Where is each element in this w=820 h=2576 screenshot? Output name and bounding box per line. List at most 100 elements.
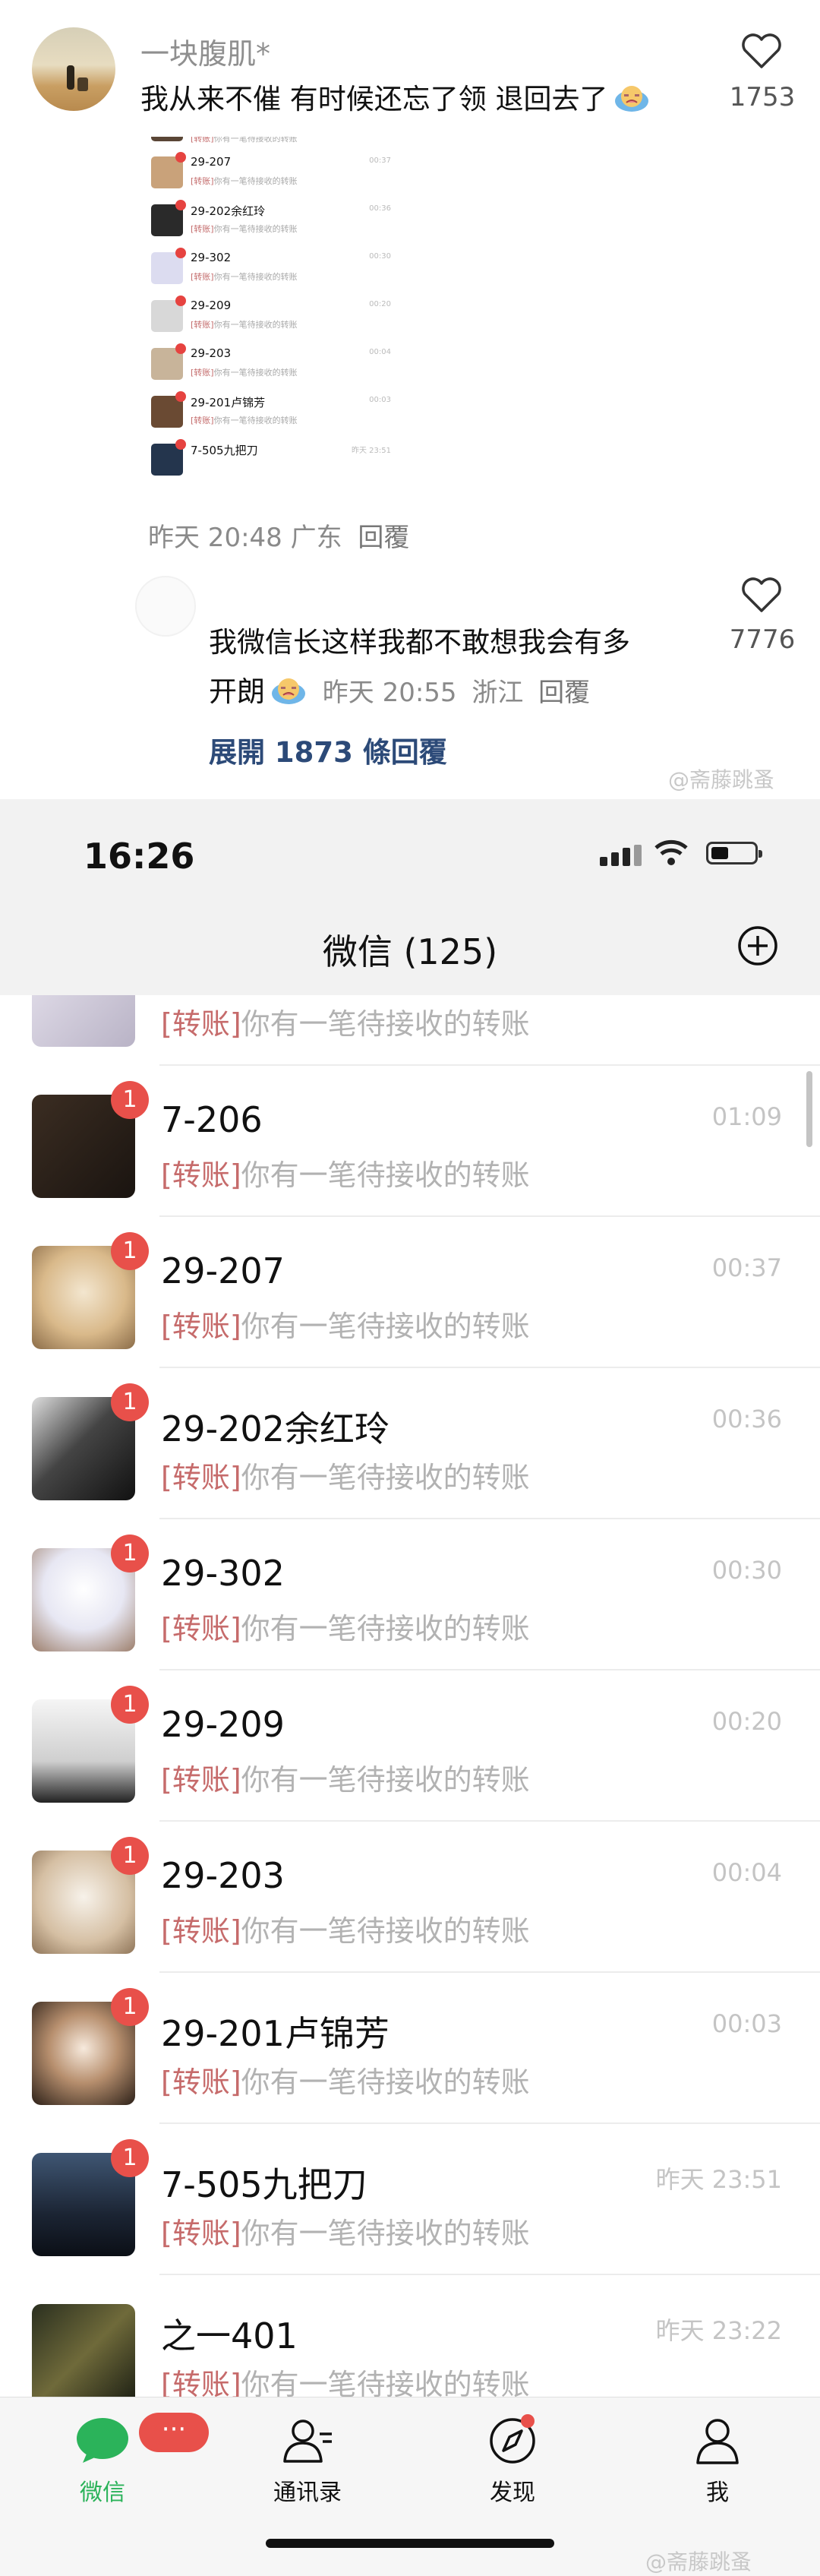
chat-list[interactable]: [转账]你有一笔待接收的转账 1 7-206 [转账]你有一笔待接收的转账 01:09 1… [0,995,820,2397]
chat-preview: [转账]你有一笔待接收的转账 [191,176,298,186]
person-icon [696,2419,739,2464]
list-item: 29-209 [转账]你有一笔待接收的转账 00:20 [148,294,399,341]
chat-preview: [转账]你有一笔待接收的转账 [161,2368,530,2397]
chat-time: 00:03 [711,2009,782,2038]
chat-row[interactable]: 1 7-206 [转账]你有一笔待接收的转账 01:09 [0,1066,820,1217]
chat-preview: [转账]你有一笔待接收的转账 [191,224,298,234]
add-button[interactable] [736,925,779,967]
chat-name: 之一401 [161,2315,298,2356]
chat-name: 29-302 [191,251,232,264]
chat-name: 29-209 [161,1704,285,1745]
chat-row[interactable]: [转账]你有一笔待接收的转账 [0,995,820,1066]
unread-badge [175,248,186,258]
unread-badge: ··· [139,2413,209,2452]
list-item: [转账]你有一笔待接收的转账 [148,137,399,150]
tab-discover[interactable]: 发现 [444,2416,581,2507]
chat-row[interactable]: 1 29-302 [转账]你有一笔待接收的转账 00:30 [0,1519,820,1670]
chat-name: 29-201卢锦芳 [161,2013,390,2054]
chat-name: 29-207 [191,155,232,169]
contacts-icon [283,2420,332,2463]
tab-label: 发现 [490,2480,535,2506]
list-item: 29-202余红玲 [转账]你有一笔待接收的转账 00:36 [148,198,399,245]
chat-time: 00:20 [711,1707,782,1736]
reply-button[interactable]: 回覆 [358,523,409,553]
chat-time: 00:20 [369,300,391,308]
chat-name: 7-505九把刀 [161,2164,367,2205]
reply-button[interactable]: 回覆 [538,678,590,708]
list-item: 29-302 [转账]你有一笔待接收的转账 00:30 [148,246,399,293]
chat-preview: [转账]你有一笔待接收的转账 [161,1763,530,1797]
chat-time: 昨天 23:51 [655,2165,782,2194]
crying-emoji-icon [272,678,305,704]
chat-preview: [转账]你有一笔待接收的转账 [191,272,298,282]
wechat-screenshot: 16:26 微信 (125) [转账]你有一笔待接收的转账 1 7-206 [转账]你… [0,799,820,2576]
chat-name: 29-209 [191,299,232,312]
chat-row[interactable]: 1 29-201卢锦芳 [转账]你有一笔待接收的转账 00:03 [0,1973,820,2124]
chat-time: 00:04 [369,348,391,356]
chat-time: 昨天 23:22 [655,2316,782,2345]
home-indicator [266,2539,554,2548]
chat-time: 00:03 [369,396,391,404]
chat-row[interactable]: 之一401 [转账]你有一笔待接收的转账 昨天 23:22 [0,2275,820,2397]
status-time: 16:26 [84,836,195,877]
unread-badge [175,439,186,450]
chat-preview: [转账]你有一笔待接收的转账 [191,368,298,378]
chat-preview: [转账]你有一笔待接收的转账 [161,2217,530,2250]
unread-badge [175,391,186,402]
chat-time: 00:37 [711,1253,782,1282]
tab-label: 我 [706,2480,729,2506]
list-item: 7-505九把刀 昨天 23:51 [148,438,399,485]
battery-icon [706,842,762,864]
chat-row[interactable]: 1 29-203 [转账]你有一笔待接收的转账 00:04 [0,1822,820,1973]
like-count: 1753 [729,82,796,112]
commenter-avatar[interactable] [32,27,115,111]
chat-avatar[interactable] [32,2304,135,2397]
unread-badge: 1 [111,2139,149,2177]
chat-time: 01:09 [711,1102,782,1131]
chat-row[interactable]: 1 29-209 [转账]你有一笔待接收的转账 00:20 [0,1670,820,1822]
tab-contacts[interactable]: 通讯录 [239,2416,376,2507]
embedded-screenshot[interactable]: [转账]你有一笔待接收的转账 29-207 [转账]你有一笔待接收的转账 00:37… [148,137,399,494]
commenter-name[interactable]: 一块腹肌* [140,30,270,72]
unread-badge: 1 [111,1232,149,1270]
chat-bubble-icon [77,2418,128,2463]
watermark: @斋藤跳蚤 [668,767,775,792]
unread-badge [175,152,186,163]
commenter-avatar[interactable] [135,576,196,637]
unread-badge: 1 [111,1837,149,1875]
tab-bar: 微信 ··· 通讯录 发现 我 @斋藤跳蚤 [0,2397,820,2576]
chat-name: 7-206 [161,1099,263,1140]
chat-name: 29-202余红玲 [161,1408,390,1449]
chat-preview: [转账]你有一笔待接收的转账 [191,416,298,425]
tab-chats[interactable]: 微信 ··· [34,2413,209,2507]
chat-name: 29-203 [161,1855,285,1896]
expand-replies-link[interactable]: 展開 1873 條回覆 [209,729,447,770]
crying-emoji-icon [614,86,648,112]
chat-time: 00:37 [369,156,391,165]
chat-preview: [转账]你有一笔待接收的转账 [161,1914,530,1948]
signal-icon [600,845,642,866]
page-title: 微信 (125) [322,931,498,972]
chat-name: 29-203 [191,346,232,360]
unread-badge: 1 [111,1535,149,1572]
chat-row[interactable]: 1 29-202余红玲 [转账]你有一笔待接收的转账 00:36 [0,1368,820,1519]
chat-time: 00:30 [369,252,391,261]
wifi-icon [654,839,688,865]
reply-text-line2: 开朗 昨天 20:55 浙江 回覆 [209,675,591,708]
tab-me[interactable]: 我 [649,2416,786,2507]
watermark: @斋藤跳蚤 [645,2549,752,2574]
chat-row[interactable]: 1 29-207 [转账]你有一笔待接收的转账 00:37 [0,1217,820,1368]
chat-preview: [转账]你有一笔待接收的转账 [161,2066,530,2099]
chat-name: 29-201卢锦芳 [191,396,266,409]
heart-icon[interactable] [740,576,783,614]
unread-badge: 1 [111,1383,149,1421]
comment-section: 一块腹肌* 我从来不催 有时候还忘了领 退回去了 1753 [转账]你有一笔待接… [0,0,820,798]
unread-badge [175,343,186,354]
chat-avatar[interactable] [32,995,135,1047]
chat-preview: [转账]你有一笔待接收的转账 [161,1461,530,1494]
list-item: 29-203 [转账]你有一笔待接收的转账 00:04 [148,342,399,389]
heart-icon[interactable] [740,32,783,70]
tab-label: 通讯录 [273,2480,342,2506]
chat-row[interactable]: 1 7-505九把刀 [转账]你有一笔待接收的转账 昨天 23:51 [0,2124,820,2275]
tab-label: 微信 [80,2480,125,2506]
